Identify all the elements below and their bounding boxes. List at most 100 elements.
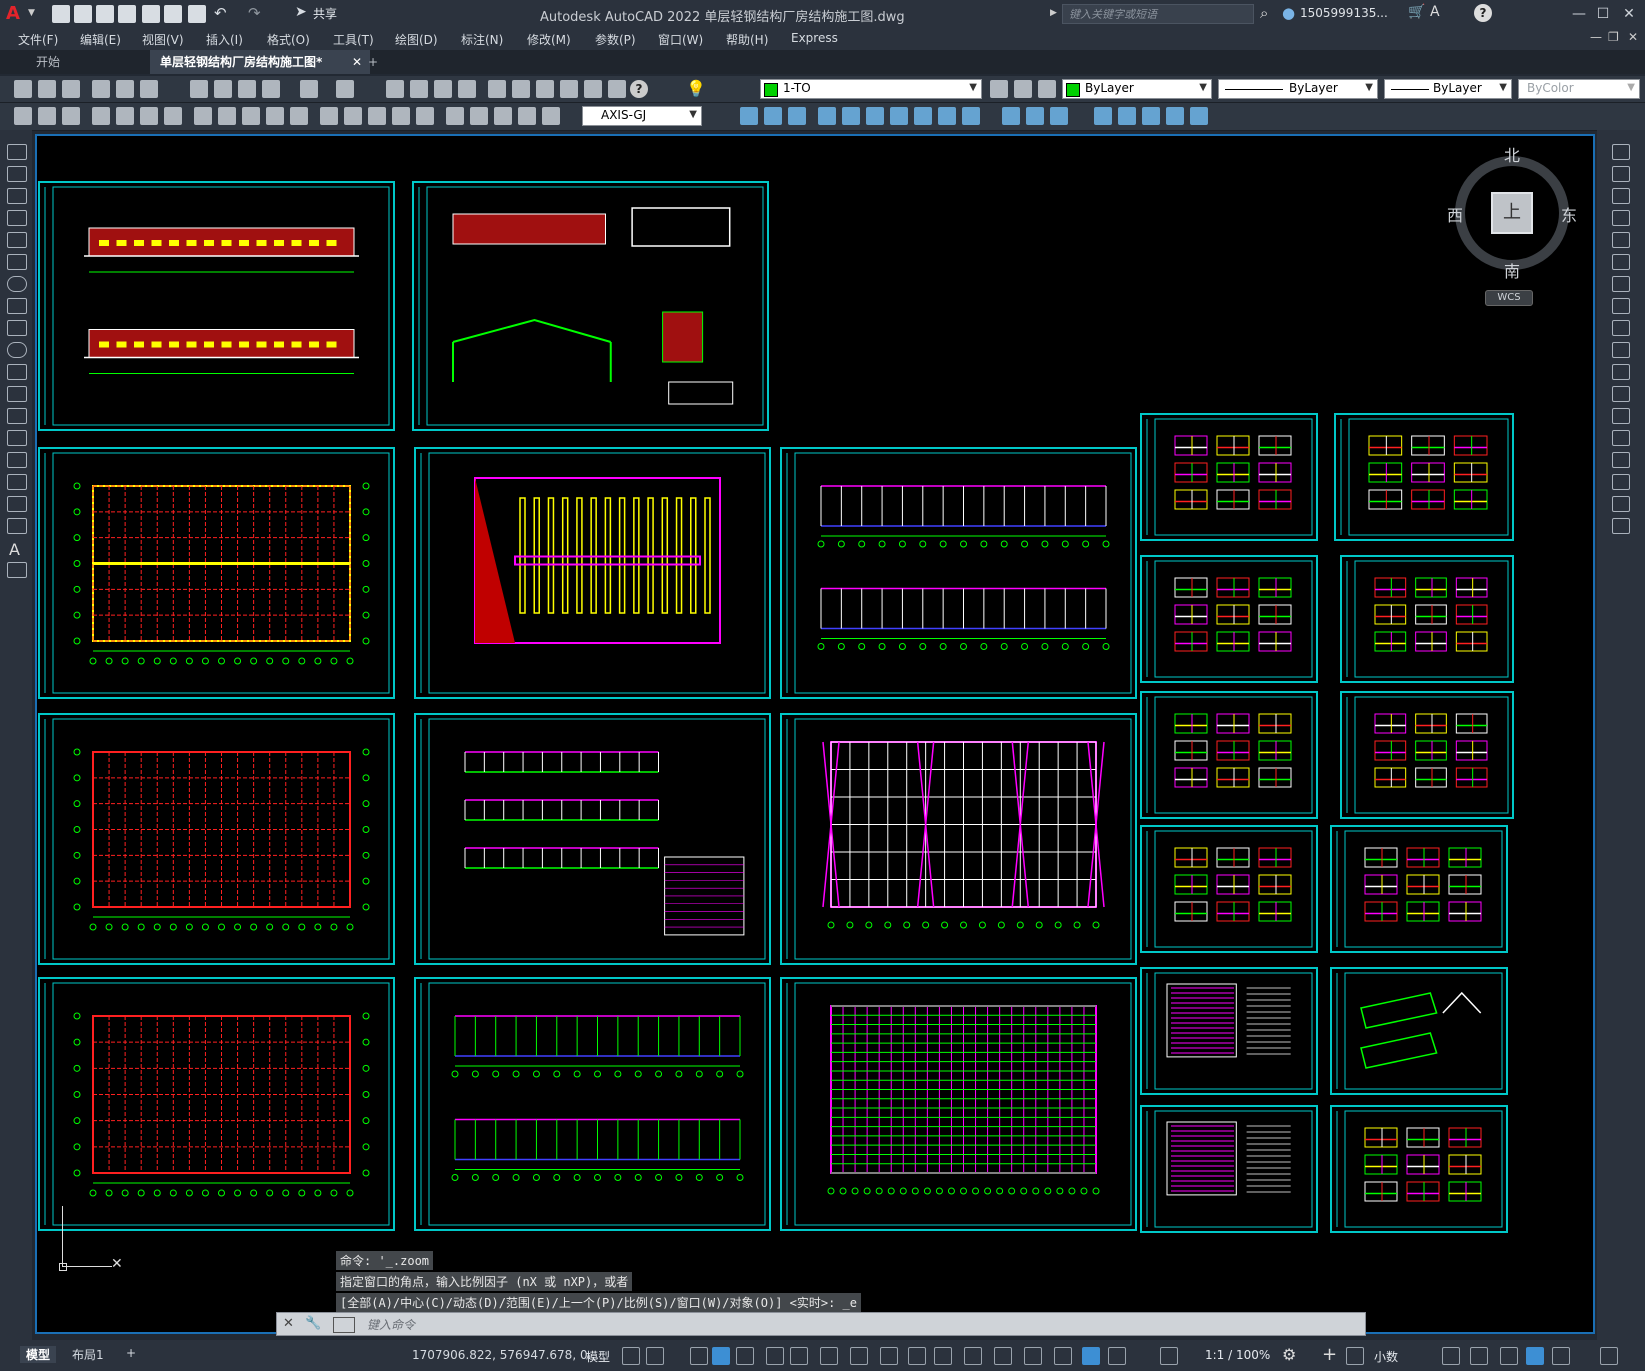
dim-text-edit-icon[interactable] bbox=[470, 107, 488, 125]
autocad-logo-icon[interactable]: A bbox=[6, 3, 28, 25]
inspection-icon[interactable] bbox=[392, 107, 410, 125]
tab-model[interactable]: 模型 bbox=[20, 1346, 57, 1363]
stretch-icon[interactable] bbox=[1612, 320, 1630, 336]
isodraft-icon[interactable] bbox=[766, 1347, 784, 1365]
gradient-icon[interactable] bbox=[7, 474, 27, 490]
array-icon[interactable] bbox=[1612, 232, 1630, 248]
ellipse-arc-icon[interactable] bbox=[7, 364, 27, 380]
osnap-tracking-icon[interactable] bbox=[790, 1347, 808, 1365]
add-selected-icon[interactable] bbox=[7, 562, 27, 578]
modify-icon-1[interactable] bbox=[740, 107, 758, 125]
dim-aligned-icon[interactable] bbox=[38, 107, 56, 125]
close-button[interactable]: ✕ bbox=[1618, 4, 1640, 24]
hardware-acceleration-icon[interactable] bbox=[1526, 1347, 1544, 1365]
clean-screen-icon[interactable] bbox=[1552, 1347, 1570, 1365]
menu-draw[interactable]: 绘图(D) bbox=[395, 31, 438, 48]
modify-icon-14[interactable] bbox=[1094, 107, 1112, 125]
pan-icon[interactable] bbox=[386, 80, 404, 98]
drawing-canvas[interactable]: 上 北 南 东 西 WCS ✕ bbox=[35, 134, 1595, 1334]
dim-ordinate-icon[interactable] bbox=[92, 107, 110, 125]
modify-icon-17[interactable] bbox=[1166, 107, 1184, 125]
plotstyle-dropdown[interactable]: ByColor ▼ bbox=[1518, 79, 1640, 99]
modify-icon-18[interactable] bbox=[1190, 107, 1208, 125]
units-icon[interactable] bbox=[1346, 1347, 1364, 1365]
center-mark-icon[interactable] bbox=[368, 107, 386, 125]
infer-constraints-icon[interactable] bbox=[690, 1347, 708, 1365]
add-layout-button[interactable]: + bbox=[120, 1346, 142, 1360]
transparency-icon[interactable] bbox=[880, 1347, 898, 1365]
doc-close-button[interactable]: ✕ bbox=[1628, 30, 1638, 44]
design-center-icon[interactable] bbox=[512, 80, 530, 98]
dim-baseline-icon[interactable] bbox=[242, 107, 260, 125]
share-button[interactable]: 共享 bbox=[313, 5, 337, 23]
quickcalc-icon[interactable] bbox=[608, 80, 626, 98]
menu-file[interactable]: 文件(F) bbox=[18, 31, 58, 48]
tool-palettes-icon[interactable] bbox=[536, 80, 554, 98]
cmd-recent-icon[interactable] bbox=[333, 1317, 355, 1333]
modify-icon-10[interactable] bbox=[962, 107, 980, 125]
dynamic-ucs-icon[interactable] bbox=[964, 1347, 982, 1365]
customization-icon[interactable] bbox=[1600, 1347, 1618, 1365]
cart-icon[interactable]: 🛒 bbox=[1408, 4, 1425, 20]
dim-linear-icon[interactable] bbox=[14, 107, 32, 125]
modify-icon-4[interactable] bbox=[818, 107, 836, 125]
modify-icon-6[interactable] bbox=[866, 107, 884, 125]
open-web-icon[interactable] bbox=[142, 5, 160, 23]
mtext-icon[interactable]: A bbox=[9, 540, 20, 559]
cmd-customize-icon[interactable]: 🔧 bbox=[305, 1316, 321, 1331]
polygon-icon[interactable] bbox=[7, 210, 27, 226]
doc-minimize-button[interactable]: — bbox=[1590, 30, 1602, 44]
gizmo-icon[interactable] bbox=[1024, 1347, 1042, 1365]
app-menu-chevron-icon[interactable]: ▼ bbox=[28, 8, 35, 18]
command-input[interactable]: 键入命令 bbox=[367, 1316, 415, 1333]
grid-icon[interactable] bbox=[622, 1347, 640, 1365]
dim-radius-icon[interactable] bbox=[116, 107, 134, 125]
compass-south[interactable]: 南 bbox=[1504, 258, 1520, 282]
plus-icon[interactable]: + bbox=[1322, 1344, 1337, 1365]
minimize-button[interactable]: — bbox=[1568, 4, 1590, 24]
save-as-icon[interactable] bbox=[118, 5, 136, 23]
modify-icon-11[interactable] bbox=[1002, 107, 1020, 125]
line-icon[interactable] bbox=[7, 144, 27, 160]
preview-icon[interactable] bbox=[116, 80, 134, 98]
modify-icon-16[interactable] bbox=[1142, 107, 1160, 125]
arc-icon[interactable] bbox=[7, 254, 27, 270]
new-file-icon[interactable] bbox=[52, 5, 70, 23]
layer-state-icon[interactable]: 💡 bbox=[686, 79, 706, 98]
compass-west[interactable]: 西 bbox=[1447, 202, 1463, 226]
blend-icon[interactable] bbox=[1612, 496, 1630, 512]
coordinates-readout[interactable]: 1707906.822, 576947.678, 0.... bbox=[412, 1348, 603, 1362]
break-icon[interactable] bbox=[1612, 408, 1630, 424]
construction-line-icon[interactable] bbox=[7, 166, 27, 182]
maximize-button[interactable]: ☐ bbox=[1592, 4, 1614, 24]
table-icon[interactable] bbox=[7, 518, 27, 534]
region-icon[interactable] bbox=[7, 496, 27, 512]
move-icon[interactable] bbox=[1612, 254, 1630, 270]
plot-icon[interactable] bbox=[188, 5, 206, 23]
quick-properties-icon[interactable] bbox=[1442, 1347, 1460, 1365]
matchprop-icon[interactable] bbox=[262, 80, 280, 98]
modify-icon-9[interactable] bbox=[938, 107, 956, 125]
doc-restore-button[interactable]: ❐ bbox=[1608, 30, 1619, 44]
selection-cycling-icon[interactable] bbox=[908, 1347, 926, 1365]
menu-parametric[interactable]: 参数(P) bbox=[595, 31, 636, 48]
save-web-icon[interactable] bbox=[164, 5, 182, 23]
color-dropdown[interactable]: ByLayer ▼ bbox=[1062, 79, 1212, 99]
isolate-objects-icon[interactable] bbox=[1500, 1347, 1518, 1365]
break-point-icon[interactable] bbox=[1612, 386, 1630, 402]
tab-start[interactable]: 开始 bbox=[26, 50, 70, 74]
revcloud-icon[interactable] bbox=[7, 298, 27, 314]
viewcube[interactable]: 上 北 南 东 西 WCS bbox=[1447, 146, 1577, 306]
osnap-icon[interactable] bbox=[820, 1347, 838, 1365]
layer-dropdown[interactable]: 1-TO ▼ bbox=[760, 79, 982, 99]
linetype-dropdown[interactable]: ByLayer ▼ bbox=[1218, 79, 1378, 99]
rectangle-icon[interactable] bbox=[7, 232, 27, 248]
insert-block-icon[interactable] bbox=[7, 386, 27, 402]
dimstyle-dropdown[interactable]: AXIS-GJ ▼ bbox=[582, 106, 702, 126]
dim-continue-icon[interactable] bbox=[266, 107, 284, 125]
search-expand-icon[interactable]: ▶ bbox=[1050, 8, 1057, 18]
menu-view[interactable]: 视图(V) bbox=[142, 31, 184, 48]
offset-icon[interactable] bbox=[1612, 210, 1630, 226]
lineweight-icon[interactable] bbox=[850, 1347, 868, 1365]
jogged-linear-icon[interactable] bbox=[416, 107, 434, 125]
